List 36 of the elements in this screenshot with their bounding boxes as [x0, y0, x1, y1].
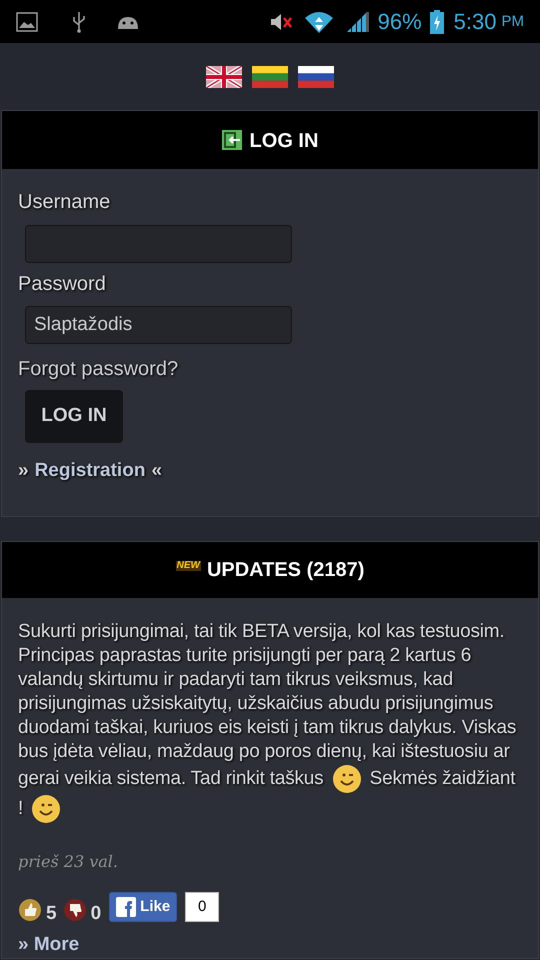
- language-flag[interactable]: [298, 66, 334, 88]
- panel-title: UPDATES (2187): [206, 558, 364, 582]
- clock-time: 5:30: [454, 8, 496, 36]
- wifi-icon: [304, 10, 334, 34]
- language-flag[interactable]: [252, 66, 288, 88]
- login-door-icon: [222, 130, 242, 150]
- thumbs-down-icon[interactable]: [62, 898, 87, 922]
- dislike-count: 0: [90, 902, 102, 926]
- facebook-like-button[interactable]: Like: [109, 892, 178, 922]
- password-field[interactable]: Slaptažodis: [25, 306, 292, 344]
- post-time: prieš 23 val.: [18, 850, 119, 872]
- more-link[interactable]: » More: [18, 934, 522, 956]
- login-button[interactable]: LOG IN: [25, 390, 123, 443]
- usb-icon: [72, 10, 86, 32]
- field-label: Username: [18, 190, 112, 215]
- update-text: Sukurti prisijungimai, tai tik BETA versija, kol kas testuosim. Principas paprastas turite prisijungti per parą 2 kartus 6 valandų skirtumu ir padaryti tam tikrus veiksmus, kad prisijungimas užsiskaitytų, užskaičius abudu prisijungimus duodami taškai, kuriuos eis keisti į tam tikrus dalykus. Viskas bus įdėta vėliau, maždaug po poros dienų, kai ištestuosiu ar gerai veikia sistema. Tad rinkit taškus Sekmės žaidžiant !: [18, 620, 518, 824]
- new-badge: NEW: [176, 560, 201, 570]
- like-counter: 0: [185, 892, 220, 922]
- like-count: 5: [46, 902, 57, 926]
- smiley-icon: [31, 794, 62, 824]
- battery-percent: 96%: [378, 8, 422, 36]
- smiley-icon: [332, 764, 362, 794]
- image-icon: [16, 12, 38, 32]
- registration-link[interactable]: Registration: [34, 457, 146, 486]
- facebook-icon: [116, 896, 136, 917]
- chevron-text: «: [151, 459, 162, 483]
- language-flag[interactable]: [206, 66, 242, 88]
- clock-meridiem: PM: [502, 12, 524, 32]
- username-field[interactable]: [25, 225, 292, 263]
- panel-title: LOG IN: [250, 129, 318, 154]
- battery-charging-icon: [430, 10, 444, 34]
- chevron-text: »: [18, 459, 29, 483]
- signal-icon: [346, 10, 370, 32]
- forgot-password-link[interactable]: Forgot password?: [18, 354, 178, 384]
- thumbs-up-icon[interactable]: [18, 898, 42, 922]
- field-label: Password: [18, 272, 107, 297]
